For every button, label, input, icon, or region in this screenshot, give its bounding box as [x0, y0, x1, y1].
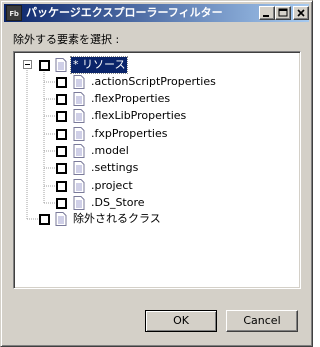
maximize-icon: [278, 8, 288, 17]
tree-row[interactable]: .actionScriptProperties: [14, 74, 294, 90]
file-icon: [73, 196, 85, 210]
minimize-button[interactable]: [259, 6, 275, 20]
file-icon: [73, 92, 85, 106]
tree-label: .project: [91, 179, 133, 192]
tree-label: .actionScriptProperties: [91, 75, 216, 88]
tree-row[interactable]: .project: [14, 178, 294, 194]
tree-row-excluded-classes[interactable]: 除外されるクラス: [14, 211, 294, 227]
checkbox[interactable]: [56, 181, 67, 192]
file-icon: [73, 127, 85, 141]
checkbox[interactable]: [56, 198, 67, 209]
checkbox[interactable]: [56, 77, 67, 88]
cancel-button[interactable]: Cancel: [226, 310, 298, 332]
minimize-icon: [263, 15, 269, 17]
file-icon: [55, 212, 67, 226]
checkbox[interactable]: [56, 146, 67, 157]
tree-row[interactable]: .DS_Store: [14, 195, 294, 211]
checkbox-root[interactable]: [39, 60, 50, 71]
checkbox-excluded-classes[interactable]: [39, 214, 50, 225]
tree-row[interactable]: .model: [14, 143, 294, 159]
resource-tree[interactable]: * リソース .actionScriptProperties .flexProp…: [13, 51, 301, 289]
close-button[interactable]: [293, 6, 309, 20]
tree-label: .DS_Store: [91, 196, 145, 209]
tree-label-root: * リソース: [69, 56, 129, 74]
tree-row[interactable]: .settings: [14, 160, 294, 176]
instruction-label: 除外する要素を選択 :: [13, 33, 120, 46]
tree-row[interactable]: .flexProperties: [14, 91, 294, 107]
tree-label: .fxpProperties: [91, 127, 168, 140]
checkbox[interactable]: [56, 163, 67, 174]
checkbox[interactable]: [56, 94, 67, 105]
close-icon: [297, 9, 305, 17]
file-icon: [73, 109, 85, 123]
filter-dialog: Fb パッケージエクスプローラーフィルター 除外する要素を選択 : * リソース…: [0, 0, 313, 347]
file-icon: [73, 179, 85, 193]
window-title: パッケージエクスプローラーフィルター: [26, 6, 223, 19]
file-icon: [55, 58, 67, 72]
tree-label: .flexProperties: [91, 92, 171, 105]
tree-label: .model: [91, 144, 129, 157]
title-bar[interactable]: Fb パッケージエクスプローラーフィルター: [4, 4, 309, 22]
tree-row[interactable]: .flexLibProperties: [14, 108, 294, 124]
flash-builder-app-icon: Fb: [6, 5, 22, 21]
checkbox[interactable]: [56, 129, 67, 140]
tree-label-excluded-classes: 除外されるクラス: [73, 212, 161, 225]
tree-label: .flexLibProperties: [91, 109, 187, 122]
maximize-button[interactable]: [275, 6, 291, 20]
ok-button[interactable]: OK: [145, 310, 217, 332]
checkbox[interactable]: [56, 111, 67, 122]
file-icon: [73, 144, 85, 158]
file-icon: [73, 75, 85, 89]
tree-label: .settings: [91, 161, 139, 174]
tree-row-root[interactable]: * リソース: [14, 56, 294, 74]
tree-row[interactable]: .fxpProperties: [14, 126, 294, 142]
file-icon: [73, 161, 85, 175]
